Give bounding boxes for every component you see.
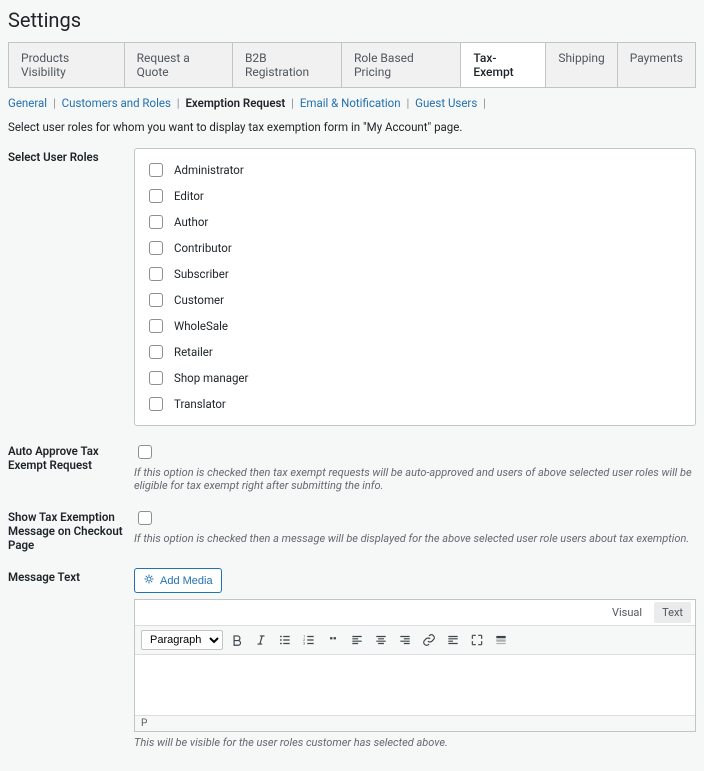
role-checkbox[interactable] xyxy=(149,345,163,359)
align-center-button[interactable] xyxy=(371,630,391,650)
section-description: Select user roles for whom you want to d… xyxy=(8,120,696,134)
role-checkbox[interactable] xyxy=(149,293,163,307)
page-title: Settings xyxy=(8,8,696,32)
numbered-list-button[interactable]: 123 xyxy=(299,630,319,650)
tab-products-visibility[interactable]: Products Visibility xyxy=(9,43,125,87)
format-select[interactable]: Paragraph xyxy=(141,630,223,650)
separator: | xyxy=(177,96,180,110)
subnav-guest-users[interactable]: Guest Users xyxy=(415,96,477,110)
user-roles-box: Administrator Editor Author Contributor Subs… xyxy=(134,148,696,426)
toolbar-toggle-button[interactable] xyxy=(491,630,511,650)
add-media-label: Add Media xyxy=(160,575,213,587)
subnav-exemption-request[interactable]: Exemption Request xyxy=(185,96,285,110)
blockquote-button[interactable] xyxy=(323,630,343,650)
editor-tab-visual[interactable]: Visual xyxy=(604,602,650,623)
role-item: Translator xyxy=(145,391,685,417)
role-item: Contributor xyxy=(145,235,685,261)
auto-approve-checkbox[interactable] xyxy=(138,445,152,459)
subnav-customers-roles[interactable]: Customers and Roles xyxy=(62,96,171,110)
role-label: WholeSale xyxy=(174,319,228,333)
separator: | xyxy=(483,96,486,110)
role-label: Author xyxy=(174,215,208,229)
editor-tab-text[interactable]: Text xyxy=(654,602,691,623)
role-checkbox[interactable] xyxy=(149,189,163,203)
role-item: Retailer xyxy=(145,339,685,365)
show-exemption-checkbox[interactable] xyxy=(138,511,152,525)
role-item: Customer xyxy=(145,287,685,313)
bullet-list-button[interactable] xyxy=(275,630,295,650)
fullscreen-button[interactable] xyxy=(467,630,487,650)
italic-button[interactable] xyxy=(251,630,271,650)
role-checkbox[interactable] xyxy=(149,397,163,411)
role-label: Translator xyxy=(174,397,226,411)
bold-button[interactable] xyxy=(227,630,247,650)
editor-status-path: P xyxy=(135,715,695,731)
subnav-general[interactable]: General xyxy=(8,96,47,110)
help-auto-approve: If this option is checked then tax exemp… xyxy=(134,466,696,492)
role-label: Contributor xyxy=(174,241,232,255)
role-label: Administrator xyxy=(174,163,244,177)
role-checkbox[interactable] xyxy=(149,371,163,385)
role-label: Editor xyxy=(174,189,204,203)
sub-navigation: General | Customers and Roles | Exemptio… xyxy=(8,96,696,110)
separator: | xyxy=(406,96,409,110)
label-auto-approve: Auto Approve Tax Exempt Request xyxy=(8,442,134,472)
role-item: Subscriber xyxy=(145,261,685,287)
add-media-button[interactable]: Add Media xyxy=(134,568,222,593)
tab-request-quote[interactable]: Request a Quote xyxy=(125,43,233,87)
role-item: Editor xyxy=(145,183,685,209)
role-checkbox[interactable] xyxy=(149,241,163,255)
role-label: Subscriber xyxy=(174,267,229,281)
label-message-text: Message Text xyxy=(8,568,134,584)
role-checkbox[interactable] xyxy=(149,163,163,177)
tab-b2b-registration[interactable]: B2B Registration xyxy=(233,43,342,87)
separator: | xyxy=(291,96,294,110)
role-item: Author xyxy=(145,209,685,235)
role-label: Retailer xyxy=(174,345,213,359)
align-left-button[interactable] xyxy=(347,630,367,650)
role-checkbox[interactable] xyxy=(149,319,163,333)
role-checkbox[interactable] xyxy=(149,267,163,281)
help-message-text: This will be visible for the user roles … xyxy=(134,736,696,749)
link-button[interactable] xyxy=(419,630,439,650)
subnav-email-notification[interactable]: Email & Notification xyxy=(300,96,401,110)
editor-textarea[interactable] xyxy=(135,655,695,715)
role-item: Shop manager xyxy=(145,365,685,391)
primary-tabs: Products Visibility Request a Quote B2B … xyxy=(8,42,696,88)
svg-text:3: 3 xyxy=(303,642,305,646)
media-icon xyxy=(143,573,155,588)
separator: | xyxy=(53,96,56,110)
label-show-exemption-msg: Show Tax Exemption Message on Checkout P… xyxy=(8,508,134,552)
role-checkbox[interactable] xyxy=(149,215,163,229)
tab-shipping[interactable]: Shipping xyxy=(546,43,617,87)
help-show-exemption: If this option is checked then a message… xyxy=(134,532,696,545)
role-item: WholeSale xyxy=(145,313,685,339)
tab-payments[interactable]: Payments xyxy=(618,43,695,87)
rich-text-editor: Visual Text Paragraph 123 xyxy=(134,599,696,732)
insert-more-button[interactable] xyxy=(443,630,463,650)
role-label: Shop manager xyxy=(174,371,248,385)
role-item: Administrator xyxy=(145,157,685,183)
tab-role-pricing[interactable]: Role Based Pricing xyxy=(342,43,461,87)
role-label: Customer xyxy=(174,293,224,307)
tab-tax-exempt[interactable]: Tax-Exempt xyxy=(461,43,546,87)
label-select-user-roles: Select User Roles xyxy=(8,148,134,164)
align-right-button[interactable] xyxy=(395,630,415,650)
editor-toolbar: Paragraph 123 xyxy=(135,625,695,655)
